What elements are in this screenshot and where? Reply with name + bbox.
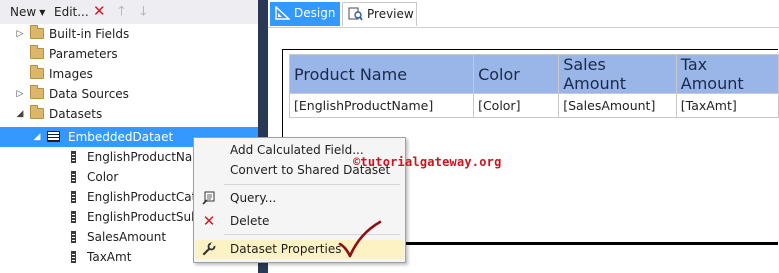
field-icon xyxy=(71,191,76,203)
tab-design-label: Design xyxy=(294,6,336,20)
expand-arrow-icon[interactable]: ▷ xyxy=(14,24,26,44)
tree-item-parameters[interactable]: Parameters xyxy=(0,44,258,64)
tree-item-images[interactable]: Images xyxy=(0,64,258,84)
checkmark-annotation-icon xyxy=(338,220,382,258)
folder-icon xyxy=(30,45,44,59)
tab-design[interactable]: Design xyxy=(270,2,340,26)
tab-preview-label: Preview xyxy=(367,7,414,21)
chevron-down-icon: ▼ xyxy=(39,7,46,17)
menu-item-query[interactable]: Query... xyxy=(195,189,404,208)
tree-item-label: EmbeddedDataet xyxy=(68,130,174,144)
expand-arrow-icon[interactable]: ▷ xyxy=(14,84,26,104)
field-icon xyxy=(71,151,76,163)
menu-item-label: Delete xyxy=(230,214,270,228)
wrench-icon xyxy=(201,242,217,257)
tree-item-label: Images xyxy=(49,67,93,81)
table-icon xyxy=(47,131,60,142)
report-table[interactable]: Product Name Color Sales Amount Tax Amou… xyxy=(288,54,779,118)
tree-item-label: Parameters xyxy=(49,47,118,61)
tree-item-label: Built-in Fields xyxy=(49,27,130,41)
new-button-label: New xyxy=(10,5,37,19)
tree-item-label: Datasets xyxy=(49,107,103,121)
delete-icon: ✕ xyxy=(202,212,216,230)
designer-tab-bar: Design Preview xyxy=(268,0,779,28)
menu-item-label: Query... xyxy=(230,191,277,205)
collapse-arrow-icon[interactable]: ◢ xyxy=(14,104,26,124)
folder-icon xyxy=(30,85,44,99)
field-icon xyxy=(71,251,76,263)
watermark: ©tutorialgateway.org xyxy=(353,155,502,169)
menu-item-label: Add Calculated Field... xyxy=(230,143,364,157)
new-button[interactable]: New ▼ xyxy=(10,4,45,20)
query-icon xyxy=(201,191,217,206)
menu-item-label: Dataset Properties xyxy=(230,242,342,256)
detail-cell[interactable]: [TaxAmt] xyxy=(675,93,779,118)
tab-preview[interactable]: Preview xyxy=(342,2,417,26)
tree-item-data-sources[interactable]: ▷ Data Sources xyxy=(0,84,258,104)
arrow-up-icon[interactable]: 🡑 xyxy=(118,4,125,20)
folder-icon xyxy=(30,25,44,39)
tree-item-datasets[interactable]: ◢ Datasets xyxy=(0,104,258,124)
detail-cell[interactable]: [Color] xyxy=(473,93,560,118)
field-label: TaxAmt xyxy=(87,250,132,264)
field-label: Color xyxy=(87,170,119,184)
detail-cell[interactable]: [SalesAmount] xyxy=(558,93,677,118)
field-label: SalesAmount xyxy=(87,230,167,244)
header-cell[interactable]: Product Name xyxy=(288,54,475,94)
delete-icon[interactable]: ✕ xyxy=(93,3,106,19)
folder-icon xyxy=(30,105,44,119)
tree-item-label: Data Sources xyxy=(49,87,129,101)
report-data-toolbar: New ▼ Edit... ✕ 🡑 🡓 xyxy=(0,0,258,25)
design-ruler-icon xyxy=(275,6,290,20)
field-icon xyxy=(71,211,76,223)
field-label: EnglishProductNam xyxy=(87,150,204,164)
arrow-down-icon[interactable]: 🡓 xyxy=(140,4,147,20)
header-cell[interactable]: Tax Amount xyxy=(675,54,779,94)
header-cell[interactable]: Color xyxy=(473,54,560,94)
table-header-row: Product Name Color Sales Amount Tax Amou… xyxy=(288,54,779,94)
detail-cell[interactable]: [EnglishProductName] xyxy=(288,93,475,118)
tree-item-built-in-fields[interactable]: ▷ Built-in Fields xyxy=(0,24,258,44)
menu-separator xyxy=(224,184,400,185)
table-row: [EnglishProductName] [Color] [SalesAmoun… xyxy=(288,93,779,118)
folder-icon xyxy=(30,65,44,79)
header-cell[interactable]: Sales Amount xyxy=(558,54,677,94)
preview-icon xyxy=(348,7,363,21)
field-icon xyxy=(71,171,76,183)
field-label: EnglishProductSubc xyxy=(87,210,206,224)
edit-button[interactable]: Edit... xyxy=(54,4,89,20)
collapse-arrow-icon[interactable]: ◢ xyxy=(31,127,43,147)
field-icon xyxy=(71,231,76,243)
